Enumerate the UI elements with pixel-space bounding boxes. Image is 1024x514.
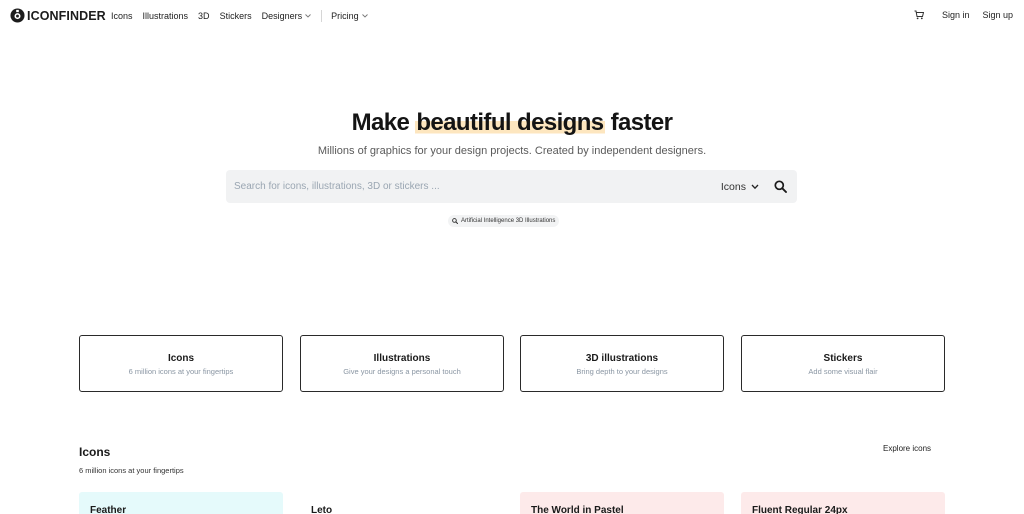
category-card-3d[interactable]: 3D illustrations Bring depth to your des…	[520, 335, 724, 392]
icons-section-subtitle: 6 million icons at your fingertips	[79, 466, 184, 475]
category-card-desc: Bring depth to your designs	[576, 367, 668, 376]
nav-pricing[interactable]: Pricing	[331, 11, 368, 21]
category-card-desc: Add some visual flair	[808, 367, 878, 376]
search-bar: Icons	[226, 170, 797, 203]
nav-stickers[interactable]: Stickers	[220, 11, 252, 21]
search-button[interactable]	[771, 178, 789, 196]
search-input[interactable]	[226, 170, 721, 203]
search-icon	[452, 218, 458, 224]
search-icon	[773, 180, 787, 193]
category-cards: Icons 6 million icons at your fingertips…	[79, 335, 945, 392]
chevron-down-icon	[361, 14, 368, 18]
icon-set-title: Leto	[311, 505, 333, 514]
category-card-desc: Give your designs a personal touch	[343, 367, 461, 376]
search-suggestion-chip[interactable]: Artificial Intelligence 3D Illustrations	[448, 215, 560, 227]
sign-up-link[interactable]: Sign up	[982, 10, 1013, 20]
icons-section-title: Icons	[79, 445, 111, 459]
main-nav: Icons Illustrations 3D Stickers Designer…	[111, 10, 378, 22]
icon-set-card[interactable]: The World in Pastel	[520, 492, 724, 514]
nav-icons[interactable]: Icons	[111, 11, 133, 21]
icon-set-title: Fluent Regular 24px	[752, 505, 848, 514]
cart-icon[interactable]	[914, 10, 924, 20]
chevron-down-icon	[751, 184, 759, 189]
hero-subtitle: Millions of graphics for your design pro…	[317, 145, 707, 157]
category-card-desc: 6 million icons at your fingertips	[128, 367, 234, 376]
category-card-title: Icons	[167, 353, 195, 364]
icon-sets-row: Feather Leto The World in Pastel Fluent …	[79, 492, 945, 514]
category-card-title: 3D illustrations	[585, 353, 659, 364]
hero-title-post: faster	[604, 109, 673, 136]
nav-designers[interactable]: Designers	[262, 11, 312, 21]
account-nav: Sign in Sign up	[914, 10, 1013, 20]
nav-illustrations[interactable]: Illustrations	[143, 11, 189, 21]
hero-title-pre: Make	[351, 109, 416, 136]
nav-pricing-label: Pricing	[331, 11, 359, 21]
top-navbar: ICONFINDER Icons Illustrations 3D Sticke…	[0, 0, 1024, 32]
nav-3d[interactable]: 3D	[198, 11, 210, 21]
sign-in-link[interactable]: Sign in	[942, 10, 970, 20]
suggestion-label: Artificial Intelligence 3D Illustrations	[461, 218, 556, 224]
search-type-label: Icons	[720, 180, 746, 193]
nav-divider	[321, 10, 323, 22]
icon-set-title: Feather	[90, 505, 127, 514]
category-card-title: Illustrations	[373, 353, 431, 364]
category-card-illustrations[interactable]: Illustrations Give your designs a person…	[300, 335, 504, 392]
iconfinder-logo-icon	[10, 8, 25, 23]
hero-title: Make beautiful designs faster	[0, 109, 1024, 137]
chevron-down-icon	[305, 14, 311, 18]
category-card-title: Stickers	[823, 353, 863, 364]
explore-icons-link[interactable]: Explore icons	[883, 444, 931, 453]
icon-set-title: The World in Pastel	[531, 505, 624, 514]
icon-set-card[interactable]: Feather	[79, 492, 283, 514]
hero-title-highlight: beautiful designs	[415, 109, 605, 136]
icon-set-card[interactable]: Fluent Regular 24px	[741, 492, 945, 514]
icon-set-card[interactable]: Leto	[300, 492, 504, 514]
nav-designers-label: Designers	[261, 11, 303, 21]
category-card-stickers[interactable]: Stickers Add some visual flair	[741, 335, 945, 392]
search-type-dropdown[interactable]: Icons	[721, 181, 759, 193]
category-card-icons[interactable]: Icons 6 million icons at your fingertips	[79, 335, 283, 392]
iconfinder-logo[interactable]: ICONFINDER	[10, 8, 106, 23]
logo-text: ICONFINDER	[27, 8, 106, 23]
